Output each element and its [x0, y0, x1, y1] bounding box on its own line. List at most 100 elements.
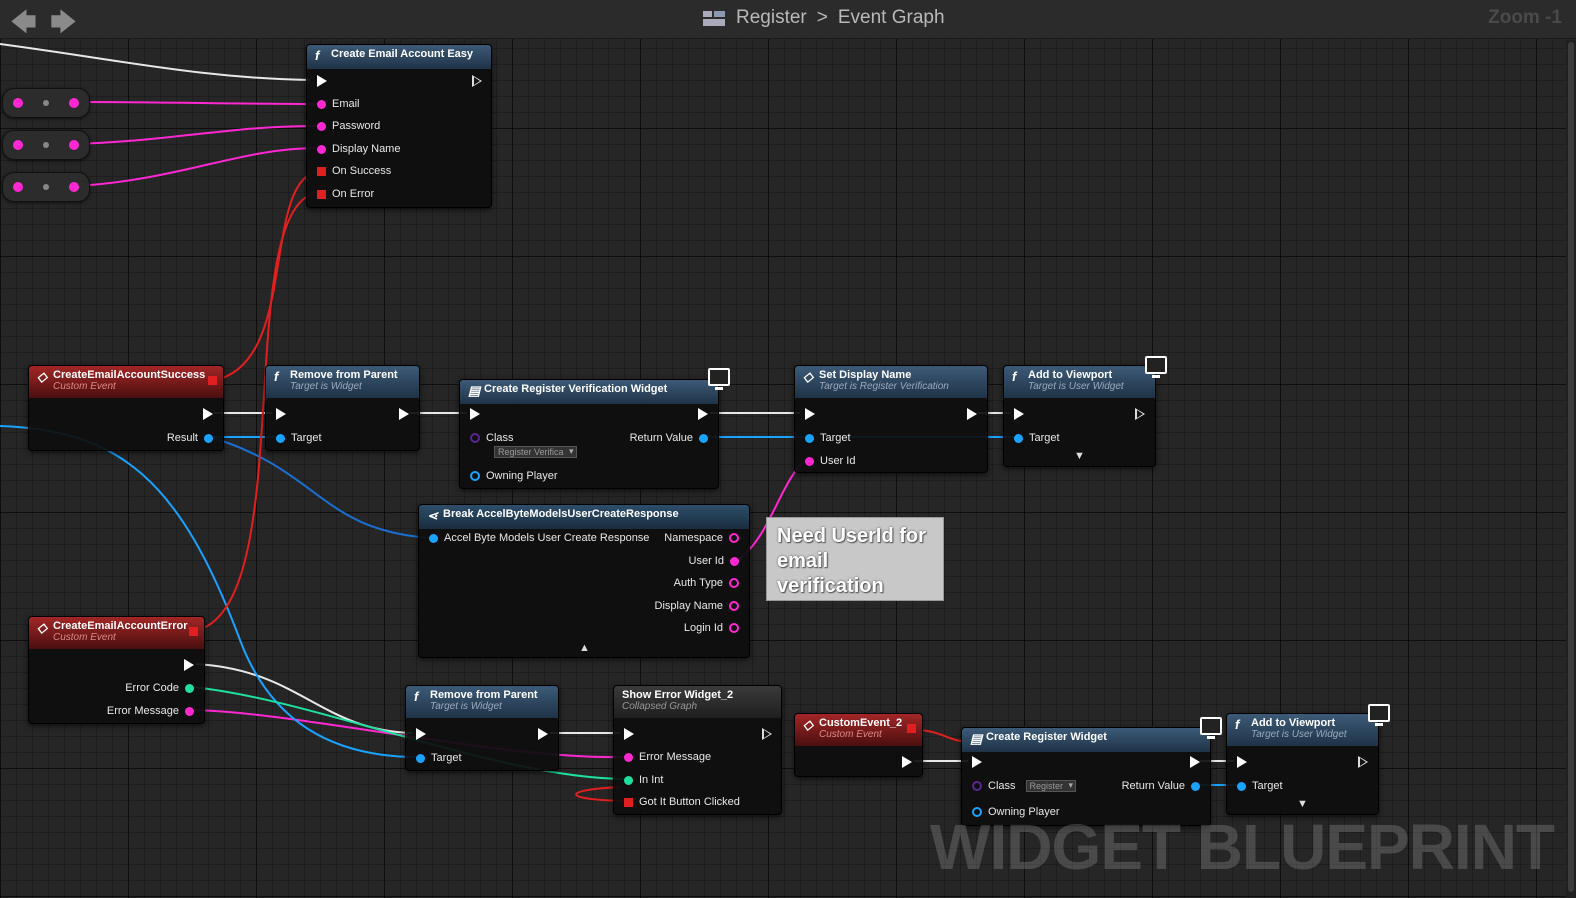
exec-out-pin[interactable] [472, 75, 482, 87]
node-header: ◇ CreateEmailAccountError Custom Event [29, 617, 204, 649]
exec-out-pin[interactable] [184, 659, 194, 671]
reroute-node[interactable] [2, 130, 90, 160]
node-title: Create Register Widget [986, 731, 1107, 743]
pin-display-name[interactable]: Display Name [317, 143, 400, 155]
exec-out-pin[interactable] [1358, 756, 1368, 768]
reroute-node[interactable] [2, 172, 90, 202]
pin-target[interactable]: Target [805, 432, 851, 444]
exec-in-pin[interactable] [624, 728, 634, 740]
node-create-email-account-success[interactable]: ◇ CreateEmailAccountSuccess Custom Event… [28, 365, 224, 451]
node-custom-event-2[interactable]: ◇ CustomEvent_2 Custom Event [794, 713, 923, 777]
pin-label: Namespace [664, 532, 723, 544]
exec-out-pin[interactable] [1135, 408, 1145, 420]
pin-error-message[interactable]: Error Message [624, 751, 711, 763]
pin-label: Result [166, 432, 198, 444]
collapse-caret-icon[interactable]: ▲ [579, 642, 590, 654]
pin-target[interactable]: Target [1014, 432, 1060, 444]
node-subtitle: Target is User Widget [1251, 729, 1347, 740]
class-dropdown[interactable]: Register Verifica [494, 446, 577, 458]
string-wire [75, 101, 319, 105]
monitor-icon [1200, 717, 1222, 739]
expand-caret-icon[interactable]: ▼ [1297, 798, 1308, 810]
expand-caret-icon[interactable]: ▼ [1074, 450, 1085, 462]
pin-return-value[interactable]: Return Value [630, 432, 708, 444]
pin-label: In Int [639, 774, 664, 786]
class-dropdown[interactable]: Register [1025, 780, 1077, 792]
exec-out-pin[interactable] [399, 408, 409, 420]
node-title: Create Email Account Easy [331, 48, 474, 60]
node-subtitle: Custom Event [53, 632, 116, 643]
exec-out-pin[interactable] [538, 728, 548, 740]
node-add-to-viewport-2[interactable]: f Add to Viewport Target is User Widget … [1226, 713, 1379, 815]
node-title: Create Register Verification Widget [484, 383, 668, 395]
node-show-error-widget[interactable]: Show Error Widget_2 Collapsed Graph Erro… [613, 685, 782, 815]
pin-target[interactable]: Target [276, 432, 322, 444]
exec-in-pin[interactable] [470, 408, 480, 420]
exec-in-pin[interactable] [416, 728, 426, 740]
exec-out-pin[interactable] [967, 408, 977, 420]
object-pin-icon [1237, 781, 1246, 791]
exec-out-pin[interactable] [698, 408, 708, 420]
string-pin-icon [729, 533, 739, 543]
node-add-to-viewport-1[interactable]: f Add to Viewport Target is User Widget … [1003, 365, 1156, 467]
exec-in-pin[interactable] [317, 75, 327, 87]
node-header: f Add to Viewport Target is User Widget [1227, 714, 1378, 746]
pin-label: Return Value [1121, 780, 1185, 792]
pin-user-id[interactable]: User Id [689, 555, 739, 567]
exec-in-pin[interactable] [1237, 756, 1247, 768]
pin-password[interactable]: Password [317, 120, 380, 132]
node-break-accelbyte-response[interactable]: ⋖ Break AccelByteModelsUserCreateRespons… [418, 504, 750, 658]
reroute-node[interactable] [2, 88, 90, 118]
delegate-pin-icon[interactable] [189, 627, 198, 636]
node-title: CreateEmailAccountError [53, 620, 188, 632]
pin-owning-player[interactable]: Owning Player [470, 470, 558, 482]
pin-target[interactable]: Target [1237, 780, 1283, 792]
pin-class[interactable]: Class Register [972, 780, 1077, 792]
node-set-display-name[interactable]: ◇ Set Display Name Target is Register Ve… [794, 365, 988, 473]
exec-out-pin[interactable] [203, 408, 213, 420]
pin-login-id[interactable]: Login Id [684, 622, 739, 634]
node-remove-from-parent-2[interactable]: f Remove from Parent Target is Widget Ta… [405, 685, 559, 771]
pin-class[interactable]: Class [470, 432, 514, 444]
struct-pin-icon [429, 533, 438, 543]
pin-label: On Success [332, 165, 392, 177]
delegate-pin-icon[interactable] [208, 376, 217, 385]
pin-error-code[interactable]: Error Code [125, 682, 194, 694]
comment-box[interactable]: Need UserId for email verification [766, 517, 944, 601]
exec-in-pin[interactable] [276, 408, 286, 420]
node-title: Break AccelByteModelsUserCreateResponse [443, 508, 679, 520]
pin-error-message[interactable]: Error Message [107, 705, 194, 717]
pin-target[interactable]: Target [416, 752, 462, 764]
event-icon: ◇ [37, 369, 47, 384]
node-create-register-verification-widget[interactable]: ▤ Create Register Verification Widget Cl… [459, 379, 719, 489]
exec-out-pin[interactable] [1190, 756, 1200, 768]
delegate-pin-icon[interactable] [907, 724, 916, 733]
delegate-pin-icon [317, 189, 326, 199]
pin-label: Error Code [125, 682, 179, 694]
pin-in-int[interactable]: In Int [624, 774, 663, 786]
pin-display-name[interactable]: Display Name [655, 600, 739, 612]
node-create-email-account-easy[interactable]: f Create Email Account Easy Email Passwo… [306, 44, 492, 208]
pin-result[interactable]: Result [167, 432, 213, 444]
pin-got-it-button-clicked[interactable]: Got It Button Clicked [624, 796, 740, 808]
exec-in-pin[interactable] [1014, 408, 1024, 420]
pin-on-error[interactable]: On Error [317, 188, 374, 200]
exec-wire [195, 663, 413, 734]
exec-in-pin[interactable] [972, 756, 982, 768]
pin-auth-type[interactable]: Auth Type [674, 577, 739, 589]
pin-response-input[interactable]: Accel Byte Models User Create Response [429, 532, 649, 544]
pin-on-success[interactable]: On Success [317, 165, 391, 177]
pin-user-id[interactable]: User Id [805, 455, 855, 467]
object-pin-icon [276, 433, 285, 443]
exec-out-pin[interactable] [762, 728, 772, 740]
exec-in-pin[interactable] [805, 408, 815, 420]
exec-out-pin[interactable] [902, 756, 912, 768]
pin-email[interactable]: Email [317, 98, 360, 110]
node-create-email-account-error[interactable]: ◇ CreateEmailAccountError Custom Event E… [28, 616, 205, 724]
pin-return-value[interactable]: Return Value [1122, 780, 1200, 792]
string-pin-icon [805, 456, 814, 466]
event-icon: ◇ [803, 717, 813, 732]
pin-namespace[interactable]: Namespace [664, 532, 739, 544]
node-remove-from-parent-1[interactable]: f Remove from Parent Target is Widget Ta… [265, 365, 420, 451]
break-struct-icon: ⋖ [427, 508, 438, 523]
